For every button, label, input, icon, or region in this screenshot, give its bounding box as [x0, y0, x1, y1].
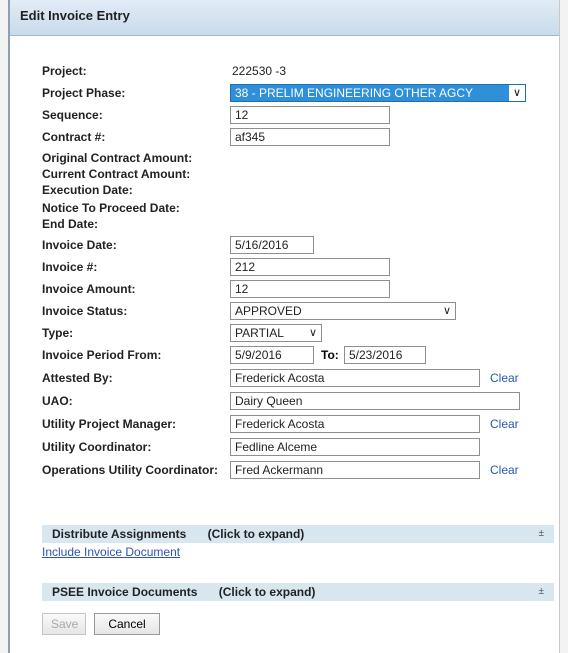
invoice-status-row: Invoice Status: APPROVED ∨ — [42, 301, 562, 321]
expand-icon: ± — [538, 528, 545, 539]
contract-row: Contract #: af345 — [42, 127, 562, 147]
invoice-period-row: Invoice Period From: 5/9/2016 To: 5/23/2… — [42, 345, 562, 365]
type-row: Type: PARTIAL ∨ — [42, 323, 562, 343]
utility-project-manager-label: Utility Project Manager: — [42, 417, 177, 431]
edit-invoice-dialog: Edit Invoice Entry Project: 222530 -3 Pr… — [8, 0, 560, 653]
uao-row: UAO: Dairy Queen — [42, 391, 562, 411]
utility-pm-clear-link[interactable]: Clear — [490, 414, 519, 434]
invoice-date-row: Invoice Date: 5/16/2016 — [42, 235, 562, 255]
psee-invoice-documents-hint: (Click to expand) — [218, 585, 316, 599]
invoice-number-label: Invoice #: — [42, 260, 98, 274]
expand-icon: ± — [538, 586, 545, 597]
attested-by-input[interactable]: Frederick Acosta — [230, 369, 480, 387]
period-to-input[interactable]: 5/23/2016 — [344, 346, 426, 364]
utility-coordinator-label: Utility Coordinator: — [42, 440, 152, 454]
ops-coordinator-clear-link[interactable]: Clear — [490, 460, 519, 480]
psee-invoice-documents-title: PSEE Invoice Documents — [52, 585, 198, 599]
execution-date-label: Execution Date: — [42, 183, 133, 197]
invoice-number-input[interactable]: 212 — [230, 258, 390, 276]
project-phase-row: Project Phase: 38 - PRELIM ENGINEERING O… — [42, 83, 562, 103]
original-contract-row: Original Contract Amount: — [42, 150, 562, 166]
distribute-assignments-title: Distribute Assignments — [52, 527, 187, 541]
project-label: Project: — [42, 64, 87, 78]
end-date-row: End Date: — [42, 216, 562, 232]
save-button[interactable]: Save — [42, 613, 86, 635]
invoice-status-label: Invoice Status: — [42, 304, 128, 318]
operations-utility-coordinator-label: Operations Utility Coordinator: — [42, 463, 219, 477]
ntp-date-row: Notice To Proceed Date: — [42, 200, 562, 216]
chevron-down-icon: ∨ — [308, 327, 317, 339]
project-row: Project: 222530 -3 — [42, 61, 562, 81]
type-label: Type: — [42, 326, 74, 340]
utility-project-manager-input[interactable]: Frederick Acosta — [230, 415, 480, 433]
include-invoice-document-link[interactable]: Include Invoice Document — [42, 545, 180, 559]
type-selected: PARTIAL — [235, 326, 284, 340]
project-phase-label: Project Phase: — [42, 86, 126, 100]
sequence-row: Sequence: 12 — [42, 105, 562, 125]
invoice-date-label: Invoice Date: — [42, 238, 117, 252]
period-from-input[interactable]: 5/9/2016 — [230, 346, 314, 364]
type-select[interactable]: PARTIAL ∨ — [230, 324, 322, 342]
current-contract-amount-label: Current Contract Amount: — [42, 167, 191, 181]
period-to-label: To: — [321, 348, 339, 362]
sequence-input[interactable]: 12 — [230, 106, 390, 124]
distribute-assignments-hint: (Click to expand) — [207, 527, 305, 541]
project-phase-selected: 38 - PRELIM ENGINEERING OTHER AGCY — [235, 86, 474, 100]
invoice-period-label: Invoice Period From: — [42, 348, 162, 362]
utility-coordinator-row: Utility Coordinator: Fedline Alceme — [42, 437, 562, 457]
chevron-down-icon: ∨ — [442, 305, 451, 317]
invoice-amount-row: Invoice Amount: 12 — [42, 279, 562, 299]
attested-by-row: Attested By: Frederick Acosta Clear — [42, 368, 562, 388]
distribute-assignments-header[interactable]: Distribute Assignments (Click to expand)… — [42, 525, 554, 543]
sequence-label: Sequence: — [42, 108, 103, 122]
project-value: 222530 -3 — [232, 64, 287, 78]
invoice-date-input[interactable]: 5/16/2016 — [230, 236, 314, 254]
invoice-amount-label: Invoice Amount: — [42, 282, 136, 296]
project-phase-select[interactable]: 38 - PRELIM ENGINEERING OTHER AGCY ∨ — [230, 84, 526, 102]
chevron-down-icon: ∨ — [509, 85, 525, 101]
operations-utility-coordinator-input[interactable]: Fred Ackermann — [230, 461, 480, 479]
utility-pm-row: Utility Project Manager: Frederick Acost… — [42, 414, 562, 434]
original-contract-amount-label: Original Contract Amount: — [42, 151, 193, 165]
psee-invoice-documents-header[interactable]: PSEE Invoice Documents (Click to expand)… — [42, 583, 554, 601]
uao-input[interactable]: Dairy Queen — [230, 392, 520, 410]
end-date-label: End Date: — [42, 217, 99, 231]
dialog-title: Edit Invoice Entry — [10, 0, 559, 36]
invoice-amount-input[interactable]: 12 — [230, 280, 390, 298]
invoice-status-select[interactable]: APPROVED ∨ — [230, 302, 456, 320]
ops-utility-coordinator-row: Operations Utility Coordinator: Fred Ack… — [42, 460, 562, 480]
cancel-button[interactable]: Cancel — [94, 613, 160, 635]
invoice-number-row: Invoice #: 212 — [42, 257, 562, 277]
utility-coordinator-input[interactable]: Fedline Alceme — [230, 438, 480, 456]
contract-label: Contract #: — [42, 130, 106, 144]
execution-date-row: Execution Date: — [42, 182, 562, 198]
uao-label: UAO: — [42, 394, 73, 408]
current-contract-row: Current Contract Amount: — [42, 166, 562, 182]
notice-to-proceed-date-label: Notice To Proceed Date: — [42, 201, 180, 215]
invoice-status-selected: APPROVED — [235, 304, 302, 318]
attested-by-clear-link[interactable]: Clear — [490, 368, 519, 388]
attested-by-label: Attested By: — [42, 371, 113, 385]
contract-input[interactable]: af345 — [230, 128, 390, 146]
